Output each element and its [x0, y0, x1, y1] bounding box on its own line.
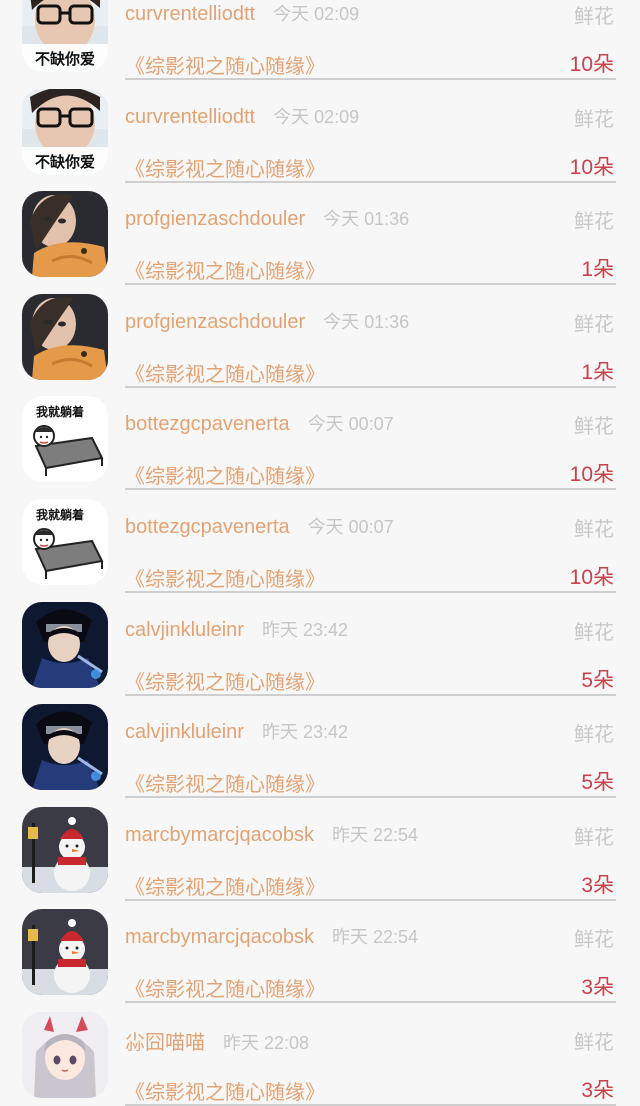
username[interactable]: calvjinkluleinr 昨天 23:42	[125, 616, 348, 642]
username-text[interactable]: bottezgcpavenerta	[125, 516, 290, 538]
gift-record-row[interactable]: profgienzaschdouler 今天 01:36 鲜花 《综影视之随心随缘》 1…	[0, 177, 640, 286]
username[interactable]: profgienzaschdouler 今天 01:36	[125, 205, 409, 231]
gift-time: 昨天 22:54	[331, 824, 418, 845]
username[interactable]: curvrentelliodtt 今天 02:09	[125, 103, 359, 129]
gift-time: 昨天 23:42	[261, 722, 348, 743]
gift-time: 昨天 22:54	[331, 927, 418, 948]
username-text[interactable]: 尛囧喵喵	[125, 1032, 205, 1054]
user-avatar[interactable]	[22, 806, 108, 893]
user-avatar[interactable]: 不缺你爱	[22, 0, 108, 72]
flower-gift-list: 不缺你爱 curvrentelliodtt 今天 02:09 鲜花《综影视之随心随缘…	[0, 0, 640, 1106]
gift-record-row[interactable]: 尛囧喵喵 昨天 22:08 鲜花《综影视之随心随缘》 3朵	[0, 998, 640, 1106]
username[interactable]: bottezgcpavenerta 今天 00:07	[125, 513, 394, 539]
gift-time: 昨天 23:42	[261, 619, 348, 640]
gift-type-label: 鲜花	[574, 724, 614, 747]
username-text[interactable]: bottezgcpavenerta	[125, 413, 290, 435]
gift-time: 今天 00:07	[307, 414, 394, 435]
gift-record-row[interactable]: 不缺你爱 curvrentelliodtt 今天 02:09 鲜花 《综影视之随心随缘…	[0, 0, 640, 80]
username-text[interactable]: marcbymarcjqacobsk	[125, 926, 314, 948]
username-text[interactable]: curvrentelliodtt	[125, 106, 255, 128]
gift-record-row[interactable]: calvjinkluleinr 昨天 23:42 鲜花 《综影视之随心随缘》 5朵	[0, 588, 640, 696]
gift-time: 昨天 22:08	[223, 1032, 310, 1053]
gift-record-row[interactable]: 我就躺着 bottezgcpavenerta 今天 00:07 鲜花 《综影视之随心随…	[0, 382, 640, 491]
gift-time: 今天 00:07	[307, 516, 394, 537]
username-text[interactable]: profgienzaschdouler	[125, 208, 305, 230]
gift-type-label: 鲜花	[574, 416, 614, 439]
username[interactable]: calvjinkluleinr 昨天 23:42	[125, 718, 348, 744]
gift-record-row[interactable]: marcbymarcjqacobsk 昨天 22:54 鲜花 《综影视之随心随缘》 3朵	[0, 793, 640, 901]
user-avatar[interactable]	[22, 909, 108, 996]
svg-text:我就躺着: 我就躺着	[36, 507, 84, 522]
gift-time: 今天 02:09	[273, 106, 360, 127]
gift-type-label: 鲜花	[574, 313, 614, 336]
flower-count: 10朵	[569, 463, 614, 487]
user-avatar[interactable]	[22, 1011, 108, 1098]
flower-count: 3朵	[581, 976, 614, 1000]
user-avatar[interactable]: 不缺你爱	[22, 88, 108, 175]
flower-count: 3朵	[581, 873, 614, 897]
username-text[interactable]: calvjinkluleinr	[125, 721, 244, 743]
gift-record-row[interactable]: 不缺你爱 curvrentelliodtt 今天 02:09 鲜花 《综影视之随心随缘…	[0, 75, 640, 183]
gift-record-row[interactable]: marcbymarcjqacobsk 昨天 22:54 鲜花 《综影视之随心随缘》 3朵	[0, 895, 640, 1004]
gift-type-label: 鲜花	[574, 211, 614, 234]
gift-type-label: 鲜花	[574, 826, 614, 849]
username[interactable]: profgienzaschdouler 今天 01:36	[125, 308, 409, 334]
user-avatar[interactable]	[22, 704, 108, 791]
username[interactable]: marcbymarcjqacobsk 昨天 22:54	[125, 923, 418, 949]
user-avatar[interactable]	[22, 191, 108, 278]
book-title-link[interactable]: 《综影视之随心随缘》	[125, 1076, 325, 1105]
gift-type-label: 鲜花	[574, 929, 614, 952]
gift-type-label: 鲜花	[574, 1031, 614, 1054]
gift-record-row[interactable]: profgienzaschdouler 今天 01:36 鲜花 《综影视之随心随缘》 1…	[0, 280, 640, 388]
username-text[interactable]: profgienzaschdouler	[125, 311, 305, 333]
gift-type-label: 鲜花	[574, 621, 614, 644]
flower-count: 5朵	[581, 668, 614, 692]
flower-count: 1朵	[581, 360, 614, 384]
gift-type-label: 鲜花	[574, 518, 614, 541]
username-text[interactable]: marcbymarcjqacobsk	[125, 824, 314, 846]
username[interactable]: bottezgcpavenerta 今天 00:07	[125, 410, 394, 436]
flower-count: 5朵	[581, 771, 614, 795]
svg-text:不缺你爱: 不缺你爱	[35, 153, 95, 171]
user-avatar[interactable]	[22, 293, 108, 380]
user-avatar[interactable]	[22, 601, 108, 688]
svg-text:不缺你爱: 不缺你爱	[35, 50, 95, 68]
gift-type-label: 鲜花	[574, 108, 614, 131]
username[interactable]: marcbymarcjqacobsk 昨天 22:54	[125, 821, 418, 847]
gift-time: 今天 01:36	[323, 209, 410, 230]
gift-type-label: 鲜花	[574, 6, 614, 28]
gift-record-row[interactable]: 我就躺着 bottezgcpavenerta 今天 00:07 鲜花 《综影视之随心随…	[0, 485, 640, 593]
svg-text:我就躺着: 我就躺着	[36, 404, 84, 419]
flower-count: 10朵	[569, 155, 614, 179]
flower-count: 3朵	[581, 1078, 614, 1102]
username[interactable]: curvrentelliodtt 今天 02:09	[125, 0, 359, 26]
username-text[interactable]: calvjinkluleinr	[125, 619, 244, 641]
user-avatar[interactable]: 我就躺着	[22, 498, 108, 585]
username-text[interactable]: curvrentelliodtt	[125, 3, 255, 25]
flower-count: 10朵	[569, 565, 614, 589]
flower-count: 1朵	[581, 258, 614, 282]
gift-time: 今天 02:09	[273, 4, 360, 24]
gift-record-row[interactable]: calvjinkluleinr 昨天 23:42 鲜花 《综影视之随心随缘》 5朵	[0, 690, 640, 799]
user-avatar[interactable]: 我就躺着	[22, 396, 108, 483]
username[interactable]: 尛囧喵喵 昨天 22:08	[125, 1026, 309, 1055]
gift-time: 今天 01:36	[323, 311, 410, 332]
flower-count: 10朵	[569, 53, 614, 76]
